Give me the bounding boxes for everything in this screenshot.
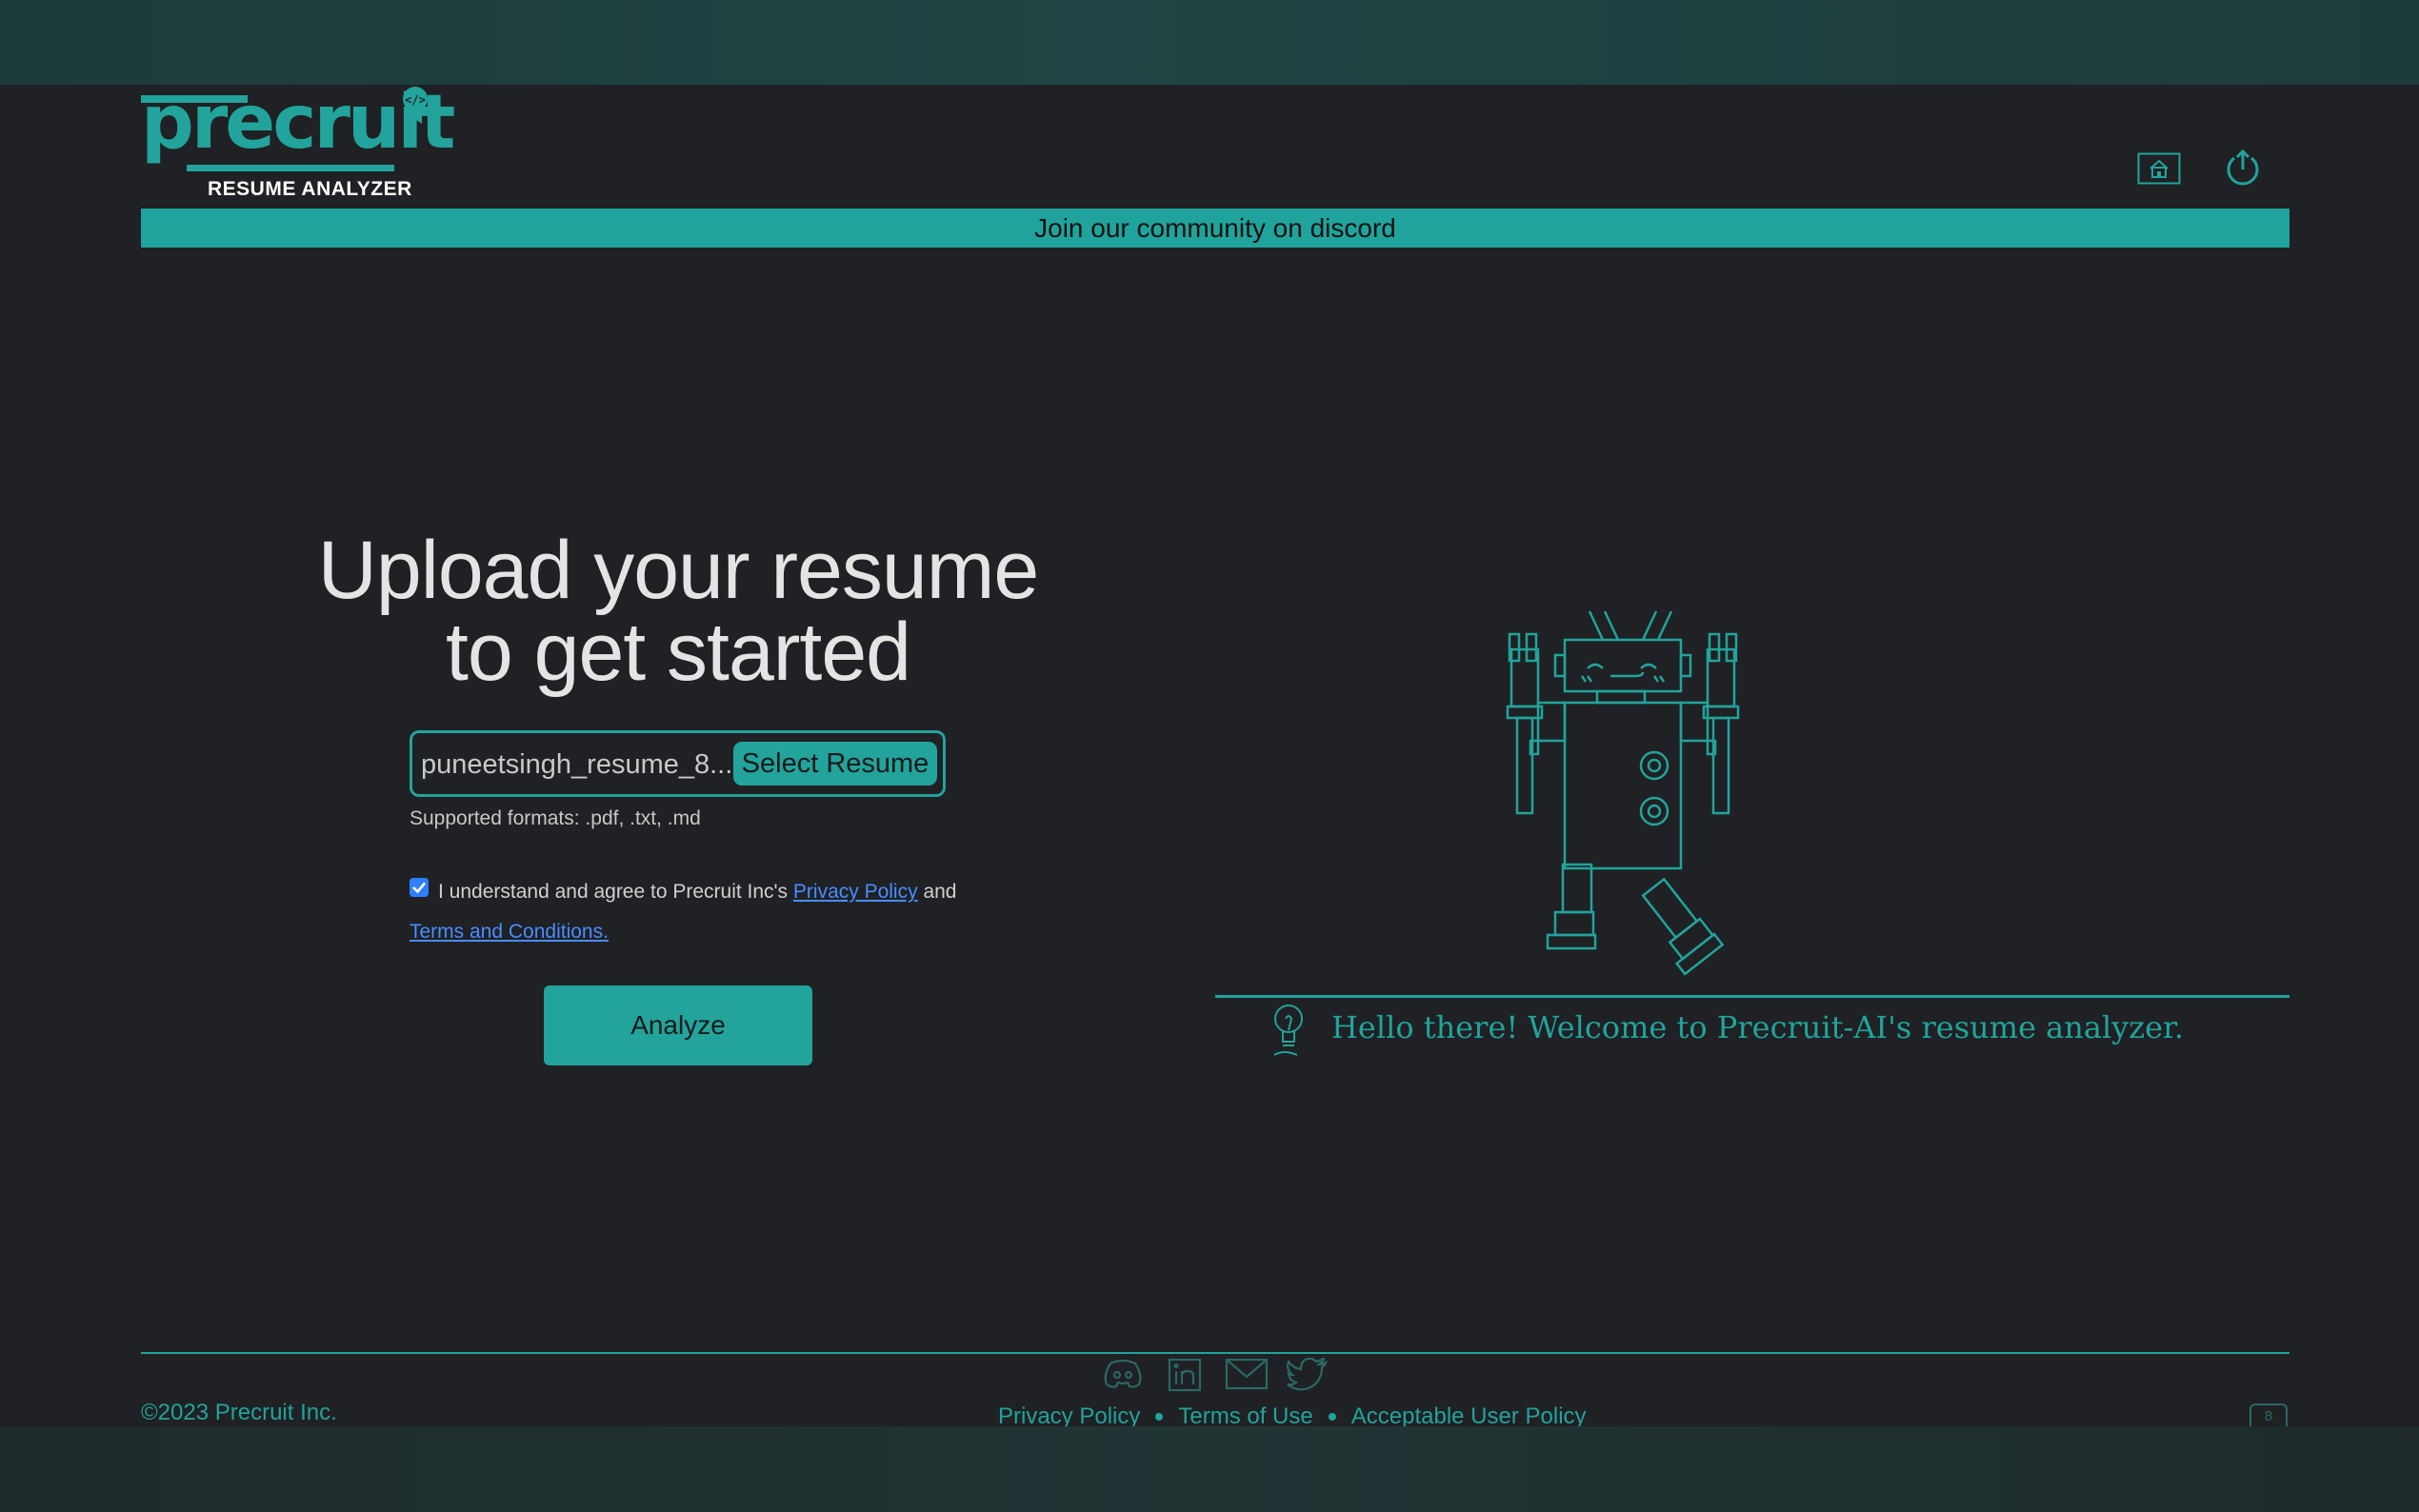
welcome-message: Hello there! Welcome to Precruit-AI's re…: [1331, 1009, 2184, 1045]
logo[interactable]: precruit RESUME ANALYZER </>: [141, 86, 455, 200]
copyright: ©2023 Precruit Inc.: [141, 1400, 337, 1425]
logo-underline: [187, 165, 394, 171]
linkedin-icon[interactable]: [1168, 1358, 1202, 1392]
robot-illustration: [1506, 610, 1740, 976]
privacy-policy-link[interactable]: Privacy Policy: [793, 881, 918, 903]
agree-text: I understand and agree to Precruit Inc's…: [438, 881, 957, 904]
svg-text:</>: </>: [405, 93, 426, 107]
agree-text-line-2: Terms and Conditions.: [410, 921, 609, 944]
top-strip: [0, 0, 2419, 85]
agree-label: I understand and agree to Precruit Inc's: [438, 881, 789, 903]
twitter-icon[interactable]: [1286, 1358, 1328, 1392]
agree-checkbox[interactable]: [410, 878, 429, 897]
terms-link[interactable]: Terms and Conditions.: [410, 921, 609, 943]
agree-and: and: [923, 881, 957, 903]
footer-separator: [1328, 1413, 1336, 1421]
selected-file-name: puneetsingh_resume_8...: [421, 749, 733, 780]
supported-formats: Supported formats: .pdf, .txt, .md: [410, 807, 701, 829]
lightbulb-icon: [1273, 1005, 1303, 1056]
logo-subtitle: RESUME ANALYZER: [208, 178, 412, 200]
code-badge-icon: </>: [403, 87, 428, 124]
discord-icon[interactable]: [1103, 1358, 1143, 1390]
page-heading: Upload your resume to get started: [250, 529, 1107, 693]
footer-separator: [1155, 1413, 1164, 1421]
heading-line-2: to get started: [446, 607, 911, 698]
stage-line: [1215, 995, 2289, 998]
page-badge: 8: [2249, 1403, 2288, 1428]
heading-line-1: Upload your resume: [317, 525, 1039, 616]
upload-power-icon[interactable]: [2223, 149, 2263, 189]
home-icon[interactable]: [2137, 152, 2181, 185]
file-input[interactable]: puneetsingh_resume_8... Select Resume: [410, 730, 946, 797]
bottom-strip: [0, 1426, 2419, 1512]
footer-divider: [141, 1352, 2289, 1354]
select-resume-button[interactable]: Select Resume: [733, 742, 937, 786]
discord-banner[interactable]: Join our community on discord: [141, 209, 2289, 248]
analyze-button[interactable]: Analyze: [544, 985, 812, 1065]
mail-icon[interactable]: [1225, 1358, 1269, 1390]
